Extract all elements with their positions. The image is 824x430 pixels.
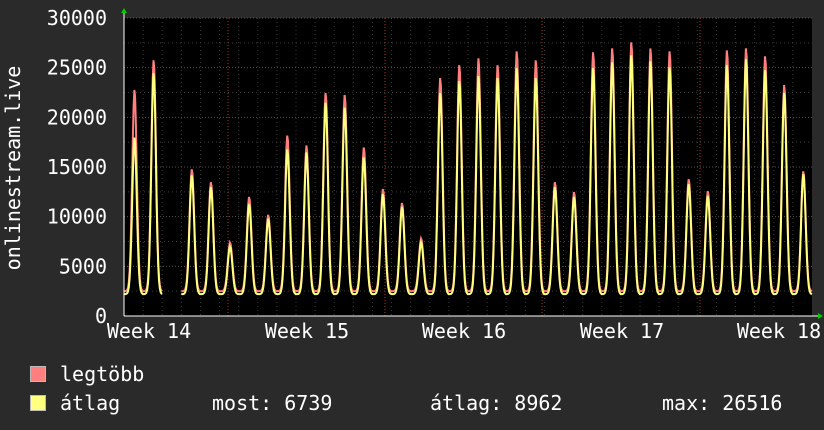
x-tick-label: Week 14 bbox=[107, 319, 191, 343]
y-tick-label: 15000 bbox=[47, 155, 107, 179]
x-tick-label: Week 15 bbox=[265, 319, 349, 343]
y-tick-label: 25000 bbox=[47, 56, 107, 80]
y-tick-label: 0 bbox=[95, 304, 107, 328]
legend-max-label: legtöbb bbox=[60, 362, 145, 386]
x-tick-label: Week 17 bbox=[580, 319, 664, 343]
y-tick-label: 20000 bbox=[47, 105, 107, 129]
stat-most: most: 6739 bbox=[212, 391, 333, 415]
stat-max: max: 26516 bbox=[662, 391, 783, 415]
x-tick-label: Week 16 bbox=[422, 319, 506, 343]
legend-item-max: legtöbb bbox=[30, 362, 144, 386]
x-tick-label: Week 18 bbox=[737, 319, 821, 343]
legend-avg-label: átlag bbox=[60, 391, 121, 415]
stat-atlag: átlag: 8962 bbox=[430, 391, 563, 415]
legend-item-avg: átlag bbox=[30, 391, 120, 415]
avg-swatch-icon bbox=[30, 395, 46, 411]
y-tick-label: 5000 bbox=[59, 254, 107, 278]
y-axis-label: onlinestream.live bbox=[1, 66, 25, 271]
y-tick-label: 10000 bbox=[47, 205, 107, 229]
max-swatch-icon bbox=[30, 366, 46, 382]
y-tick-label: 30000 bbox=[47, 6, 107, 30]
y-axis-arrow-icon bbox=[121, 8, 127, 13]
